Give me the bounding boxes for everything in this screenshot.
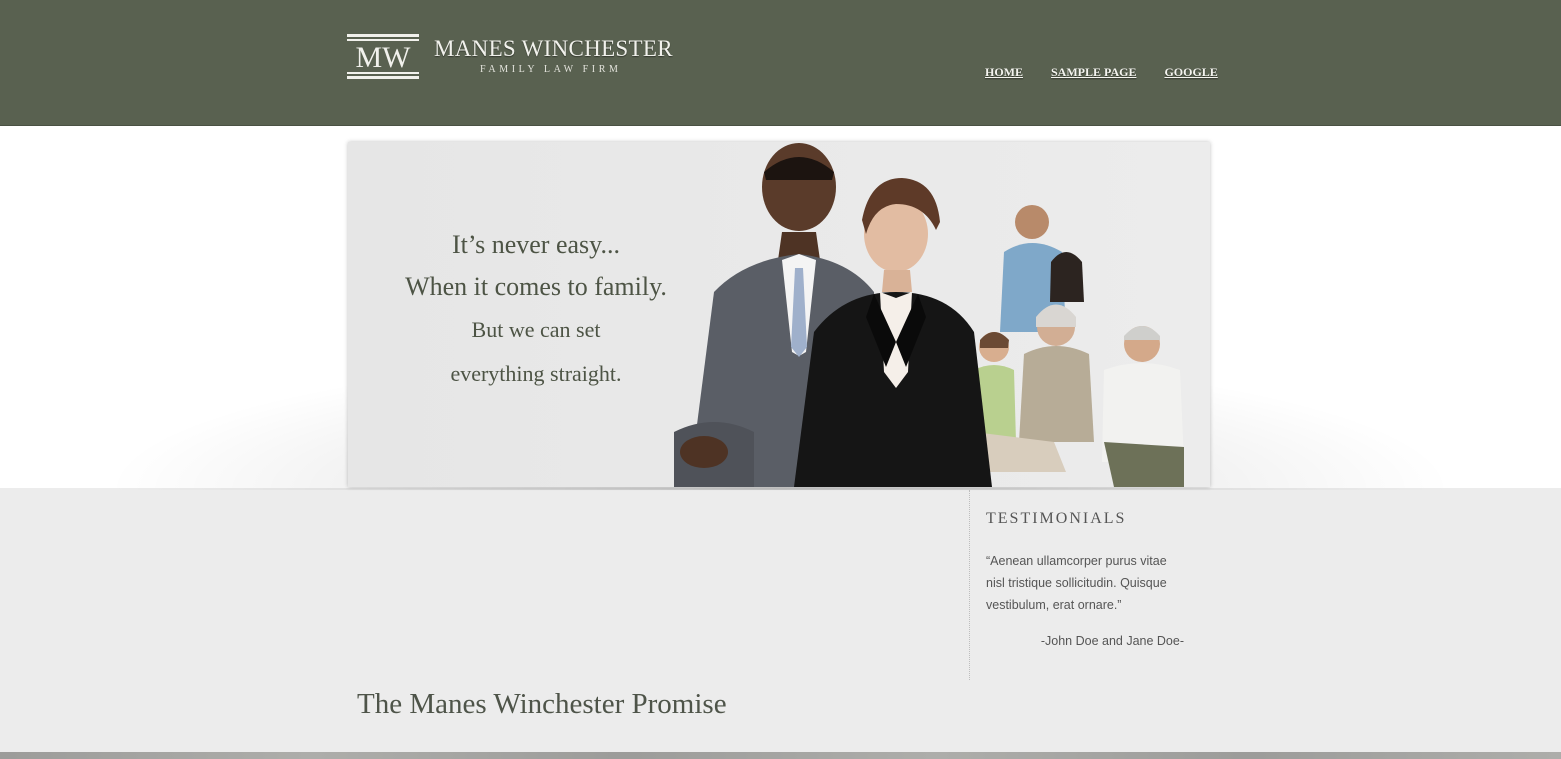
testimonials-widget: TESTIMONIALS “Aenean ullamcorper purus v… (986, 510, 1196, 648)
hero-banner: It’s never easy... When it comes to fami… (348, 142, 1210, 487)
main-content-area (348, 490, 968, 680)
nav-home-link[interactable]: HOME (985, 65, 1023, 80)
promise-heading: The Manes Winchester Promise (357, 688, 727, 720)
brand-tagline: FAMILY LAW FIRM (480, 64, 622, 75)
hero-line-4: everything straight. (450, 361, 622, 386)
brand-name: MANES WINCHESTER (434, 36, 673, 61)
hero-text: It’s never easy... When it comes to fami… (348, 224, 724, 396)
hero-line-2: When it comes to family. (405, 272, 667, 301)
testimonial-quote: “Aenean ullamcorper purus vitae nisl tri… (986, 554, 1167, 612)
lawyers-and-family-photo (674, 143, 1184, 487)
sidebar-divider (969, 490, 970, 680)
hero-line-1: It’s never easy... (452, 230, 620, 259)
columns-logo-icon: MW (347, 34, 419, 79)
nav-google-link[interactable]: GOOGLE (1164, 65, 1217, 80)
hero-line-3: But we can set (471, 317, 601, 342)
logo-monogram: MW (356, 41, 412, 74)
family-group-figures (972, 205, 1184, 487)
main-nav: HOME SAMPLE PAGE GOOGLE (985, 63, 1218, 81)
site-logo[interactable]: MW MANES WINCHESTER FAMILY LAW FIRM (347, 34, 677, 82)
site-header: MW MANES WINCHESTER FAMILY LAW FIRM HOME… (0, 0, 1561, 126)
bottom-image-strip (0, 752, 1561, 759)
testimonial-author: -John Doe and Jane Doe- (1040, 634, 1184, 648)
female-lawyer-figure (794, 178, 992, 487)
nav-sample-page-link[interactable]: SAMPLE PAGE (1051, 65, 1136, 80)
testimonials-heading: TESTIMONIALS (986, 510, 1127, 527)
